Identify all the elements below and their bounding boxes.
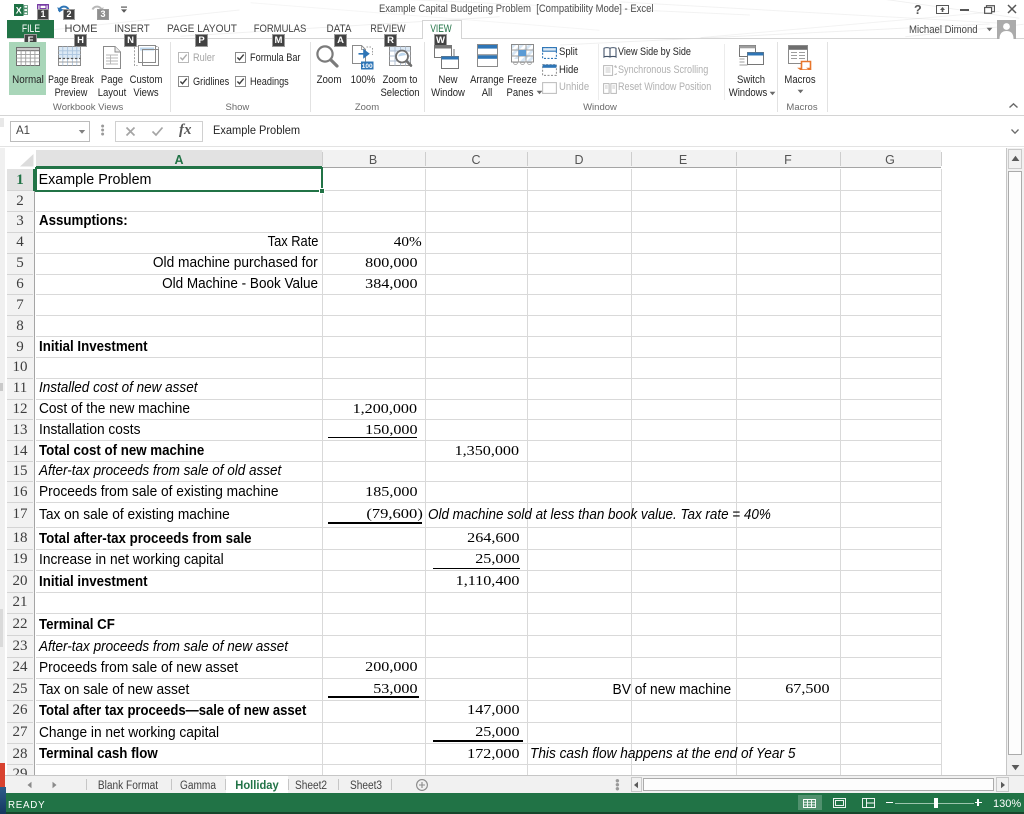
- svg-text:100: 100: [362, 63, 373, 70]
- svg-text:X: X: [16, 6, 22, 16]
